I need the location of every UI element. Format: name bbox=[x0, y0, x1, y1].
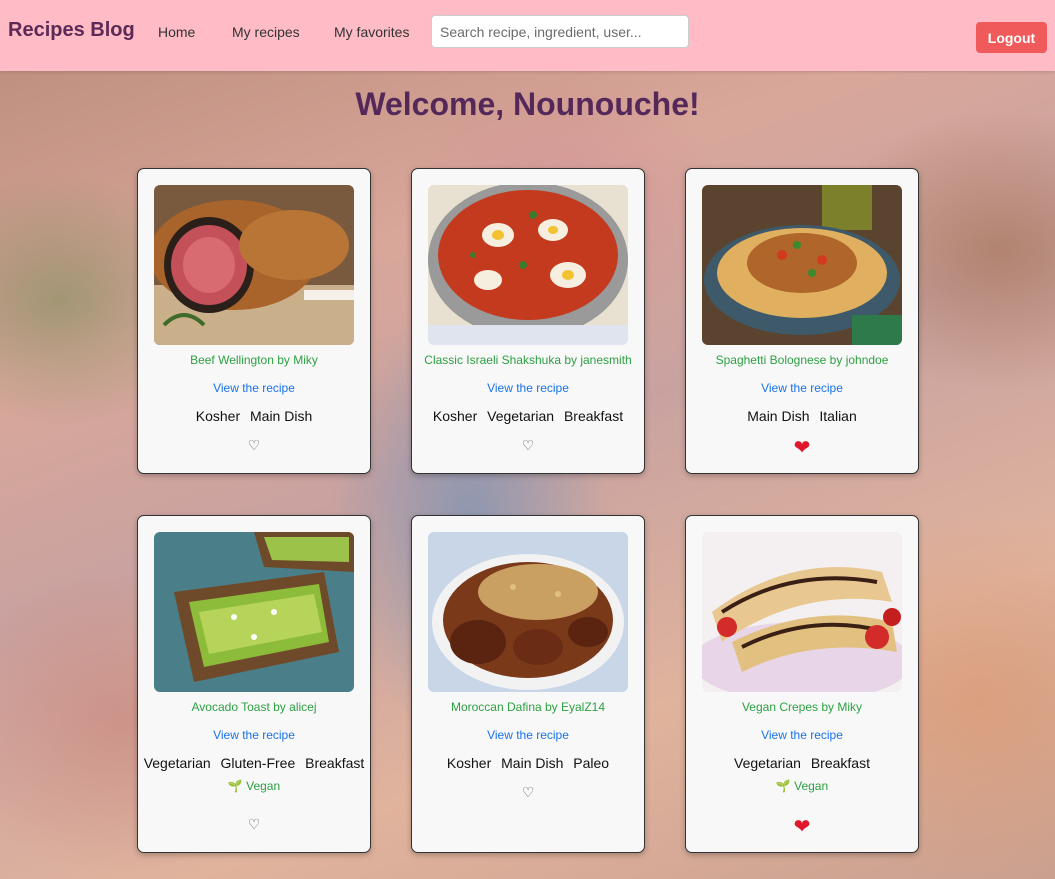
heart-outline-icon[interactable]: ♡ bbox=[138, 437, 370, 454]
view-recipe-link[interactable]: View the recipe bbox=[138, 728, 370, 742]
view-recipe-link[interactable]: View the recipe bbox=[412, 381, 644, 395]
tag: Paleo bbox=[573, 755, 610, 771]
heart-outline-icon[interactable]: ♡ bbox=[138, 816, 370, 833]
nav-link-my-recipes[interactable]: My recipes bbox=[232, 24, 300, 40]
tag: Kosher bbox=[432, 408, 478, 424]
heart-filled-icon[interactable]: ❤ bbox=[686, 435, 918, 460]
recipe-tags: Kosher Vegetarian Breakfast bbox=[412, 408, 644, 424]
recipe-title: Moroccan Dafina by EyalZ14 bbox=[450, 700, 606, 714]
vegan-badge: 🌱 Vegan bbox=[775, 779, 829, 793]
heart-filled-icon[interactable]: ❤ bbox=[686, 814, 918, 839]
recipe-tags: Kosher Main Dish bbox=[138, 408, 370, 424]
recipe-card: Avocado Toast by alicej View the recipe … bbox=[137, 515, 371, 853]
recipe-title: Avocado Toast by alicej bbox=[191, 700, 317, 714]
recipe-title: Spaghetti Bolognese by johndoe bbox=[715, 353, 889, 367]
recipe-title: Classic Israeli Shakshuka by janesmith bbox=[424, 353, 632, 367]
tag: Kosher bbox=[195, 408, 241, 424]
tag: Breakfast bbox=[305, 755, 365, 771]
heart-outline-icon[interactable]: ♡ bbox=[412, 437, 644, 454]
tag: Vegetarian bbox=[734, 755, 801, 771]
recipe-image bbox=[428, 185, 628, 345]
heart-outline-icon[interactable]: ♡ bbox=[412, 784, 644, 801]
recipe-image bbox=[428, 532, 628, 692]
view-recipe-link[interactable]: View the recipe bbox=[686, 728, 918, 742]
logout-button[interactable]: Logout bbox=[976, 22, 1047, 53]
tag: Breakfast bbox=[563, 408, 624, 424]
nav-link-home[interactable]: Home bbox=[158, 24, 195, 40]
tag: Gluten-Free bbox=[220, 755, 296, 771]
welcome-heading: Welcome, Nounouche! bbox=[355, 86, 700, 122]
recipe-card: Moroccan Dafina by EyalZ14 View the reci… bbox=[411, 515, 645, 853]
vegan-badge: 🌱 Vegan bbox=[227, 779, 281, 793]
recipe-title: Vegan Crepes by Miky bbox=[741, 700, 863, 714]
view-recipe-link[interactable]: View the recipe bbox=[412, 728, 644, 742]
recipe-card: Classic Israeli Shakshuka by janesmith V… bbox=[411, 168, 645, 474]
tag: Vegetarian bbox=[143, 755, 211, 771]
recipe-tags: Kosher Main Dish Paleo bbox=[412, 755, 644, 771]
recipe-tags: Vegetarian Breakfast bbox=[686, 755, 918, 771]
recipe-image bbox=[154, 185, 354, 345]
view-recipe-link[interactable]: View the recipe bbox=[686, 381, 918, 395]
brand-title[interactable]: Recipes Blog bbox=[8, 19, 135, 42]
tag: Italian bbox=[819, 408, 857, 424]
search-input[interactable] bbox=[431, 15, 689, 48]
view-recipe-link[interactable]: View the recipe bbox=[138, 381, 370, 395]
recipe-tags: Main Dish Italian bbox=[686, 408, 918, 424]
recipe-tags: Vegetarian Gluten-Free Breakfast bbox=[138, 755, 370, 771]
recipe-card: Beef Wellington by Miky View the recipe … bbox=[137, 168, 371, 474]
recipe-card: Vegan Crepes by Miky View the recipe Veg… bbox=[685, 515, 919, 853]
tag: Main Dish bbox=[747, 408, 810, 424]
tag: Main Dish bbox=[501, 755, 564, 771]
recipe-image bbox=[702, 185, 902, 345]
tag: Breakfast bbox=[810, 755, 870, 771]
nav-link-my-favorites[interactable]: My favorites bbox=[334, 24, 409, 40]
recipe-title: Beef Wellington by Miky bbox=[190, 353, 318, 367]
recipe-card: Spaghetti Bolognese by johndoe View the … bbox=[685, 168, 919, 474]
recipe-image bbox=[154, 532, 354, 692]
navbar: Recipes Blog Home My recipes My favorite… bbox=[0, 0, 1055, 71]
recipe-image bbox=[702, 532, 902, 692]
tag: Vegetarian bbox=[487, 408, 555, 424]
tag: Kosher bbox=[446, 755, 492, 771]
tag: Main Dish bbox=[250, 408, 313, 424]
